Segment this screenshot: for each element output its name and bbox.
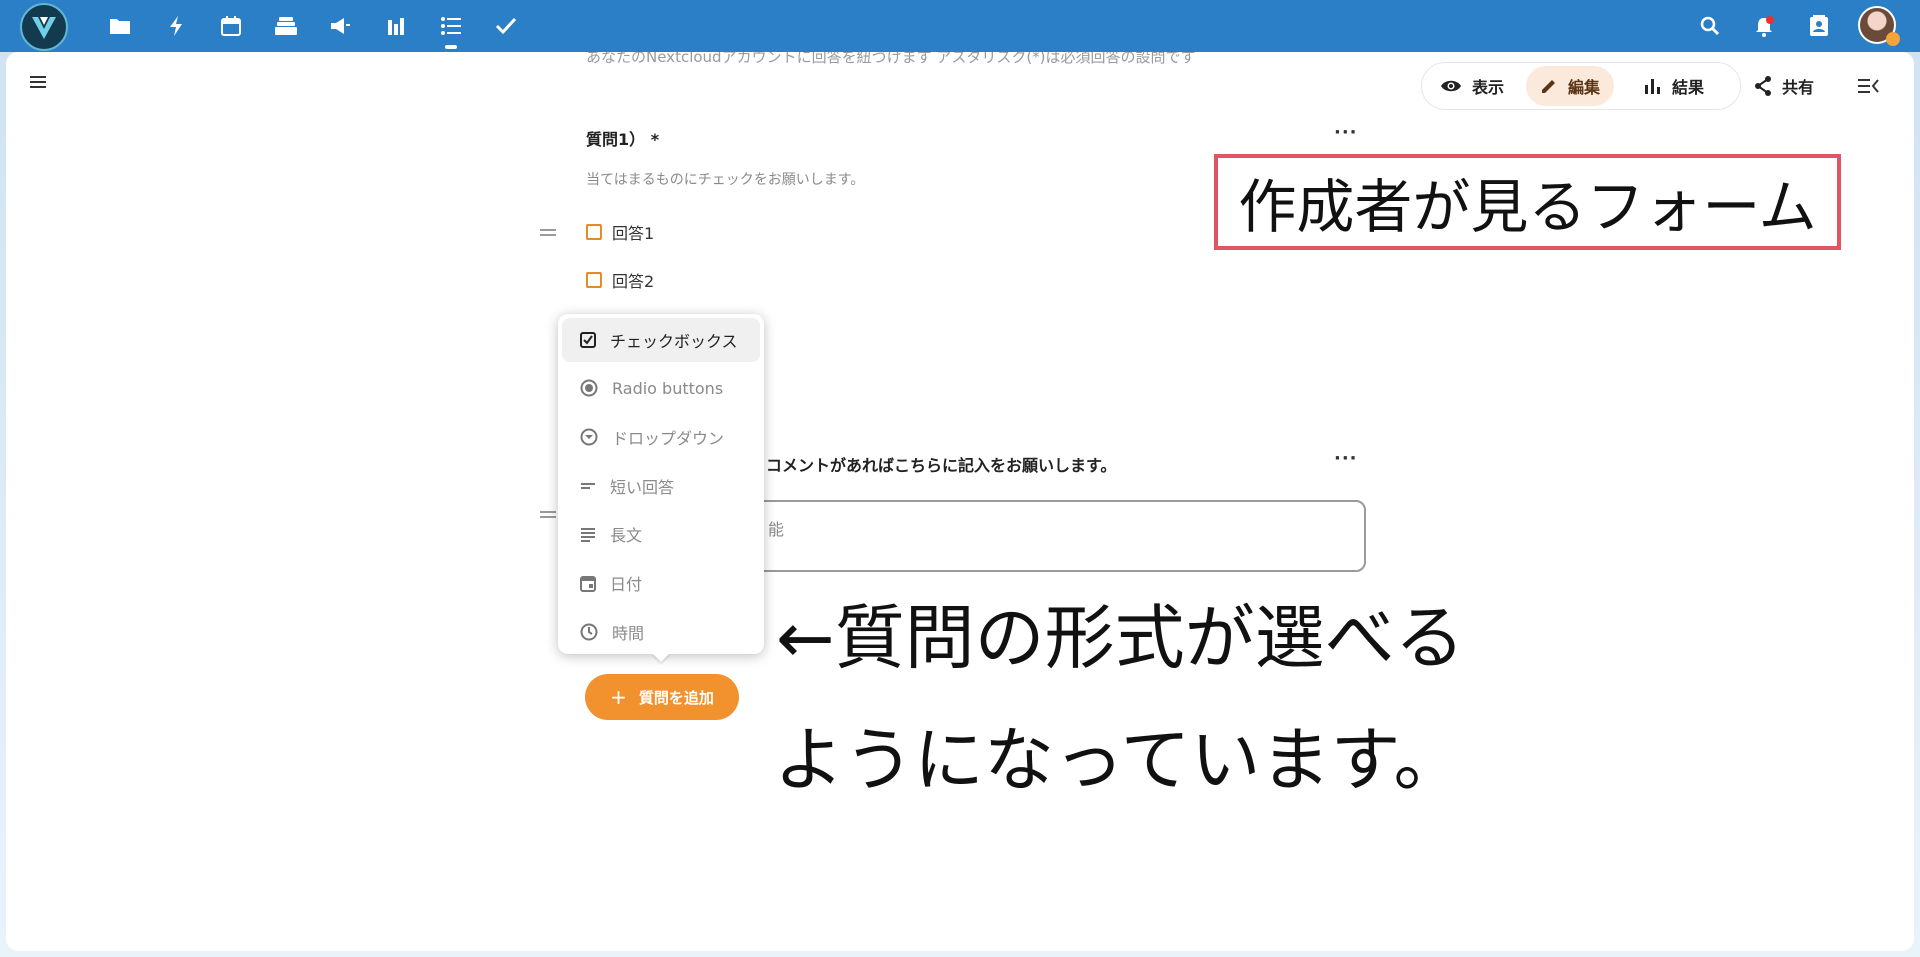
search-icon	[1700, 16, 1720, 36]
question-type-menu: チェックボックス Radio buttons ドロップダウン 短い回答 長文 日…	[558, 314, 764, 654]
eye-icon	[1441, 80, 1461, 92]
contacts-icon	[1810, 15, 1828, 36]
clock-icon	[580, 623, 598, 641]
add-question-label: 質問を追加	[638, 688, 714, 707]
question-1-subtitle: 当てはまるものにチェックをお願いします。	[586, 172, 865, 188]
forms-icon	[441, 17, 461, 35]
deck-app[interactable]	[272, 12, 300, 40]
short-answer-icon	[581, 483, 595, 489]
notifications-icon	[1756, 16, 1774, 37]
checkbox-icon	[580, 332, 596, 348]
question-1-drag-handle[interactable]	[538, 226, 558, 238]
notifications-button[interactable]	[1750, 12, 1778, 40]
menu-item-label: Radio buttons	[612, 378, 724, 398]
menu-icon[interactable]	[24, 68, 52, 96]
question-2-more-button[interactable]: ···	[1334, 448, 1358, 469]
analytics-app[interactable]	[382, 12, 410, 40]
tasks-app[interactable]	[492, 12, 520, 40]
pencil-icon	[1542, 80, 1555, 93]
question-2-drag-handle[interactable]	[538, 508, 558, 520]
annotation-box: 作成者が見るフォーム	[1214, 154, 1841, 250]
search-button[interactable]	[1696, 12, 1724, 40]
view-mode-switch: 表示 編集 結果	[1421, 62, 1741, 110]
menu-item-checkbox[interactable]: チェックボックス	[562, 318, 760, 362]
calendar-icon	[221, 16, 241, 36]
announcements-icon	[331, 18, 350, 34]
menu-item-short-answer[interactable]: 短い回答	[562, 464, 760, 508]
view-label: 表示	[1472, 78, 1505, 97]
question-2-title[interactable]: るコメントがあればこちらに記入をお願いします。	[750, 452, 1116, 476]
share-button[interactable]: 共有	[1754, 68, 1814, 104]
activity-app[interactable]	[162, 12, 190, 40]
radio-icon	[580, 379, 598, 397]
files-app[interactable]	[106, 12, 134, 40]
add-question-button[interactable]: + 質問を追加	[585, 674, 739, 720]
contacts-button[interactable]	[1805, 12, 1833, 40]
calendar-app[interactable]	[217, 12, 245, 40]
bar-chart-icon	[1645, 79, 1660, 94]
menu-item-label: 長文	[610, 526, 643, 545]
long-text-icon	[581, 528, 595, 542]
answer-placeholder: 能	[768, 520, 785, 539]
answer-option-1[interactable]: 回答1	[586, 220, 654, 244]
menu-item-date[interactable]: 日付	[562, 561, 760, 605]
annotation-line-2: ようになっています。	[774, 719, 1464, 801]
answer-option-2[interactable]: 回答2	[586, 268, 654, 292]
folder-icon	[110, 19, 130, 34]
sidebar-toggle-icon[interactable]	[1852, 70, 1884, 102]
nextcloud-logo[interactable]	[20, 3, 68, 51]
menu-item-time[interactable]: 時間	[562, 610, 760, 654]
main-panel: あなたのNextcloudアカウントに回答を紐づけます アスタリスク(*)は必須…	[6, 52, 1914, 951]
dropdown-icon	[580, 428, 598, 446]
edit-label: 編集	[1568, 78, 1601, 97]
top-bar	[0, 0, 1920, 52]
tasks-icon	[495, 17, 517, 35]
menu-item-label: ドロップダウン	[612, 429, 725, 448]
menu-item-dropdown[interactable]: ドロップダウン	[562, 415, 760, 459]
date-icon	[580, 576, 596, 592]
checkbox-icon[interactable]	[586, 272, 602, 288]
answer-option-1-label[interactable]: 回答1	[612, 220, 654, 244]
plus-icon: +	[610, 685, 627, 709]
analytics-icon	[388, 18, 404, 35]
edit-button[interactable]: 編集	[1526, 66, 1615, 106]
results-label: 結果	[1672, 78, 1705, 97]
question-1-more-button[interactable]: ···	[1334, 122, 1358, 143]
menu-item-label: チェックボックス	[610, 332, 738, 351]
announcements-app[interactable]	[326, 12, 354, 40]
deck-icon	[275, 17, 297, 35]
form-description: あなたのNextcloudアカウントに回答を紐づけます アスタリスク(*)は必須…	[586, 52, 1196, 66]
activity-icon	[170, 16, 182, 36]
answer-option-2-label[interactable]: 回答2	[612, 268, 654, 292]
view-button[interactable]: 表示	[1426, 66, 1518, 106]
status-badge	[1886, 32, 1900, 46]
menu-item-long-text[interactable]: 長文	[562, 512, 760, 556]
share-icon	[1755, 76, 1771, 96]
forms-app[interactable]	[437, 12, 465, 49]
menu-item-label: 時間	[612, 624, 645, 643]
menu-item-label: 日付	[610, 575, 643, 594]
menu-item-radio[interactable]: Radio buttons	[562, 366, 760, 410]
logo-v-icon	[32, 17, 56, 39]
annotation-line-1: ←質問の形式が選べる	[776, 597, 1465, 679]
share-label: 共有	[1782, 78, 1815, 97]
menu-item-label: 短い回答	[610, 478, 675, 497]
results-button[interactable]: 結果	[1630, 66, 1718, 106]
checkbox-icon[interactable]	[586, 224, 602, 240]
question-1-title[interactable]: 質問1） *	[586, 126, 659, 150]
